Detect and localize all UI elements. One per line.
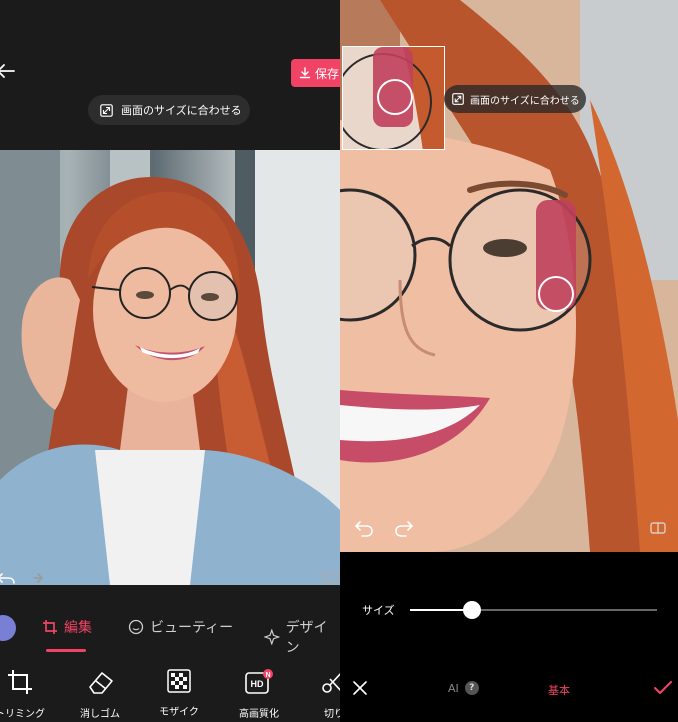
brush-size-control: サイズ	[340, 592, 678, 628]
mosaic-icon	[167, 669, 191, 693]
ai-mode-label: AI	[448, 681, 459, 695]
editor-panel-left: 保存 画面のサイズに合わせる 編集 ビューティー デザイン トリミング 消しゴム…	[0, 0, 340, 722]
ai-mode-tab[interactable]: AI ?	[448, 681, 479, 695]
new-badge: N	[265, 672, 270, 679]
tool-cutout[interactable]: 切り	[304, 669, 340, 720]
tool-cutout-label: 切り	[324, 709, 340, 720]
sparkle-icon	[264, 629, 280, 645]
redo-icon[interactable]	[33, 573, 44, 583]
eraser-icon	[89, 672, 113, 694]
tool-mosaic[interactable]: モザイク	[149, 669, 209, 718]
tool-crop-label: トリミング	[0, 709, 45, 720]
bottom-action-bar: AI ? 基本	[340, 668, 678, 710]
undo-icon[interactable]	[0, 573, 15, 584]
help-icon[interactable]: ?	[464, 681, 479, 695]
crop-icon	[43, 620, 57, 634]
crop-icon	[8, 670, 32, 694]
category-tabs: 編集 ビューティー デザイン	[0, 605, 340, 656]
download-icon	[299, 67, 311, 79]
tool-hd-label: 高画質化	[239, 709, 279, 720]
tool-hd[interactable]: HD N 高画質化	[229, 669, 289, 720]
compare-icon[interactable]	[650, 522, 666, 534]
save-button[interactable]: 保存	[291, 59, 340, 87]
basic-mode-tab[interactable]: 基本	[548, 682, 570, 698]
fit-to-screen-label: 画面のサイズに合わせる	[121, 104, 242, 117]
tab-beauty-label: ビューティー	[150, 620, 234, 636]
svg-text:HD: HD	[251, 679, 264, 689]
expand-icon	[100, 103, 113, 117]
tab-design-label: デザイン	[285, 620, 328, 656]
tool-crop[interactable]: トリミング	[0, 669, 50, 720]
editor-panel-right: 画面のサイズに合わせる サイズ AI ? 基本	[340, 0, 678, 722]
redo-icon[interactable]	[395, 521, 414, 537]
save-button-label: 保存	[315, 66, 340, 81]
fit-to-screen-button[interactable]: 画面のサイズに合わせる	[88, 95, 250, 125]
scissors-icon	[322, 673, 340, 693]
fit-to-screen-label: 画面のサイズに合わせる	[470, 95, 580, 107]
tool-eraser-label: 消しゴム	[80, 709, 120, 720]
tool-eraser[interactable]: 消しゴム	[70, 669, 130, 720]
expand-icon	[452, 93, 464, 105]
zoomed-photo-canvas[interactable]: 画面のサイズに合わせる	[340, 0, 678, 552]
tab-edit[interactable]: 編集	[42, 617, 92, 637]
hd-icon: HD N	[245, 669, 273, 694]
size-slider-thumb[interactable]	[462, 601, 481, 619]
active-tab-indicator	[46, 649, 86, 652]
history-controls	[354, 521, 414, 537]
compare-icon[interactable]	[322, 572, 338, 584]
size-label: サイズ	[362, 604, 395, 617]
tool-row: トリミング 消しゴム モザイク HD N 高画質化 切り	[0, 655, 340, 722]
tab-design[interactable]: デザイン	[264, 617, 340, 657]
magnifier-preview	[342, 46, 445, 150]
confirm-check-icon[interactable]	[654, 680, 672, 696]
portrait-photo	[0, 150, 340, 585]
undo-icon[interactable]	[354, 521, 373, 537]
size-slider[interactable]	[410, 609, 657, 611]
history-controls	[0, 568, 340, 590]
tab-beauty[interactable]: ビューティー	[128, 617, 233, 637]
tab-edit-label: 編集	[64, 620, 92, 636]
back-arrow-icon[interactable]	[0, 60, 16, 82]
close-icon[interactable]	[352, 680, 368, 696]
fit-to-screen-button[interactable]: 画面のサイズに合わせる	[444, 85, 586, 113]
top-bar: 保存 画面のサイズに合わせる	[0, 0, 340, 150]
face-smile-icon	[128, 619, 144, 635]
photo-canvas[interactable]	[0, 150, 340, 585]
tool-mosaic-label: モザイク	[159, 707, 199, 718]
